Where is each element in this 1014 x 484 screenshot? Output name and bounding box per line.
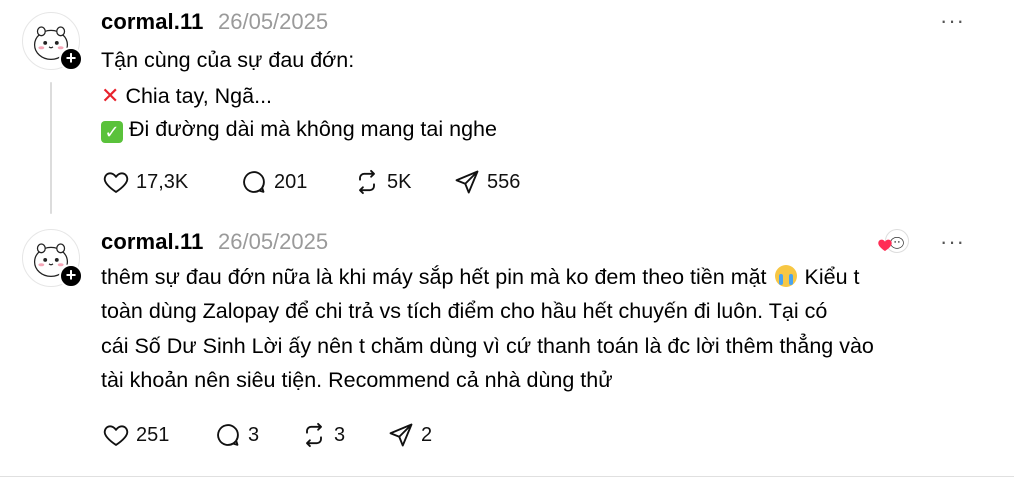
reply-button[interactable]: 3 — [214, 421, 259, 449]
post-text-line: tài khoản nên siêu tiện. Recommend cả nh… — [101, 368, 613, 392]
more-options-icon[interactable]: ··· — [940, 231, 965, 253]
comment-icon — [243, 171, 265, 193]
username[interactable]: cormal.11 — [101, 229, 203, 255]
more-options-icon[interactable]: ··· — [940, 10, 965, 32]
follow-plus-icon[interactable]: + — [59, 47, 83, 71]
share-count: 2 — [421, 423, 433, 446]
post-date[interactable]: 26/05/2025 — [218, 9, 328, 35]
cross-mark-emoji: ✕ — [101, 83, 120, 108]
repost-button[interactable]: 3 — [300, 421, 345, 449]
reply-count: 3 — [248, 423, 260, 446]
reply-count: 201 — [274, 170, 308, 193]
repost-icon — [359, 169, 375, 195]
post-text-line: Tận cùng của sự đau đớn: — [101, 48, 355, 72]
thread-connector-line — [50, 82, 52, 214]
post-text-line: toàn dùng Zalopay để chi trả vs tích điể… — [101, 299, 828, 323]
send-icon — [455, 170, 479, 194]
repost-button[interactable]: 5K — [353, 168, 411, 196]
share-button[interactable]: 2 — [387, 421, 432, 449]
comment-icon — [217, 424, 239, 446]
share-count: 556 — [487, 170, 521, 193]
loudly-crying-face-emoji — [774, 265, 797, 287]
repost-count: 5K — [387, 170, 412, 193]
heart-icon — [878, 239, 892, 251]
post-text-line: ✕ Chia tay, Ngã... — [101, 83, 273, 108]
post-text-line: cái Số Dư Sinh Lời ấy nên t chăm dùng vì… — [101, 334, 874, 358]
username[interactable]: cormal.11 — [101, 9, 203, 35]
like-button[interactable]: 251 — [102, 421, 169, 449]
heart-icon — [103, 425, 129, 446]
send-icon — [389, 423, 413, 447]
reply-button[interactable]: 201 — [240, 168, 307, 196]
post-date[interactable]: 26/05/2025 — [218, 229, 328, 255]
heart-icon — [103, 172, 129, 193]
repost-icon — [306, 422, 322, 448]
check-mark-emoji: ✓ — [101, 121, 123, 143]
thread-post: + cormal.11 26/05/2025 ··· Tận cùng của … — [0, 0, 1014, 215]
like-count: 251 — [136, 423, 170, 446]
post-divider — [0, 476, 1014, 477]
share-button[interactable]: 556 — [453, 168, 520, 196]
like-button[interactable]: 17,3K — [102, 168, 188, 196]
liked-by-author-badge — [878, 229, 909, 255]
post-text-line: ✓ Đi đường dài mà không mang tai nghe — [101, 117, 497, 143]
like-count: 17,3K — [136, 170, 189, 193]
post-text-line: thêm sự đau đớn nữa là khi máy sắp hết p… — [101, 265, 860, 289]
repost-count: 3 — [334, 423, 346, 446]
follow-plus-icon[interactable]: + — [59, 264, 83, 288]
thread-post: + cormal.11 26/05/2025 ··· thêm sự đau đ… — [0, 215, 1014, 477]
